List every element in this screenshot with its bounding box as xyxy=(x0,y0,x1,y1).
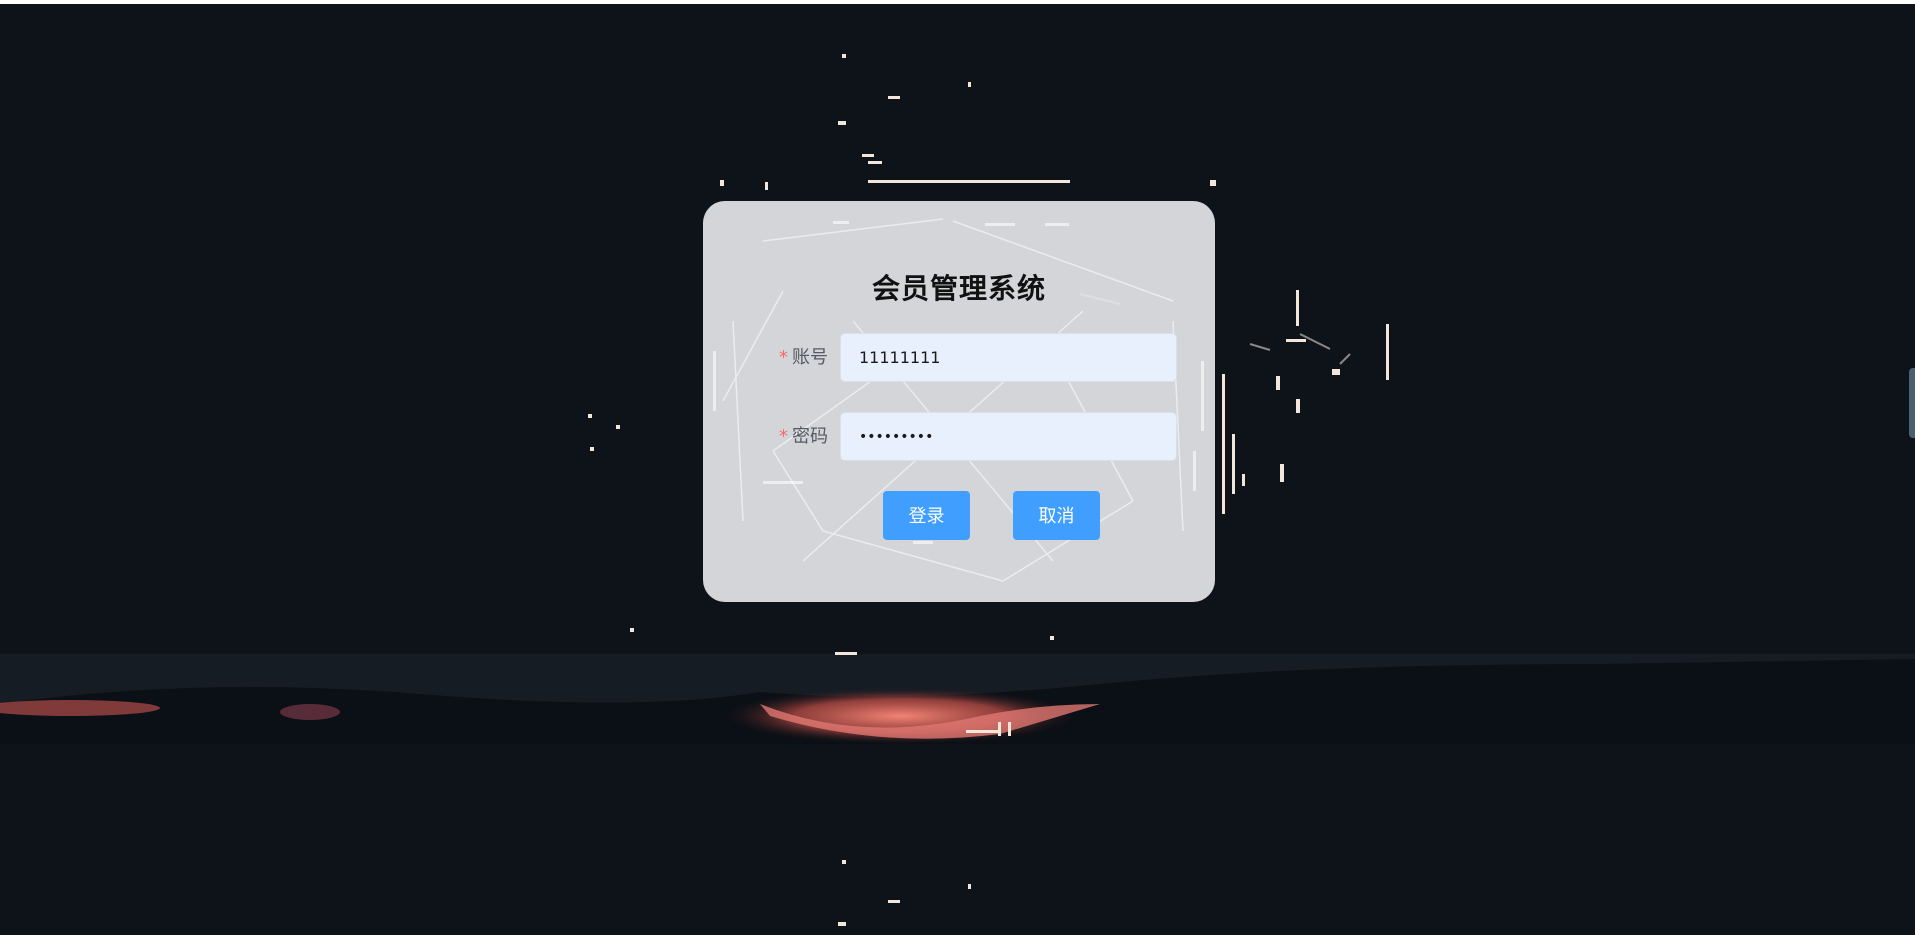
account-label-text: 账号 xyxy=(792,347,828,368)
required-mark: * xyxy=(779,347,788,368)
required-mark: * xyxy=(779,426,788,447)
password-row: * 密码 xyxy=(703,412,1215,461)
account-label: * 账号 xyxy=(753,333,828,382)
account-row: * 账号 xyxy=(703,333,1215,382)
password-input[interactable] xyxy=(840,412,1177,461)
login-card: 会员管理系统 *账号 *密码 登录 取消 xyxy=(703,201,1215,602)
login-button[interactable]: 登录 xyxy=(883,491,970,540)
password-label: * 密码 xyxy=(753,412,828,461)
page-title: 会员管理系统 xyxy=(871,272,1046,305)
account-input[interactable] xyxy=(840,333,1177,382)
card-background-pattern xyxy=(713,218,1204,582)
cancel-button[interactable]: 取消 xyxy=(1013,491,1100,540)
password-label-text: 密码 xyxy=(792,426,828,447)
side-panel-handle[interactable] xyxy=(1909,368,1915,438)
